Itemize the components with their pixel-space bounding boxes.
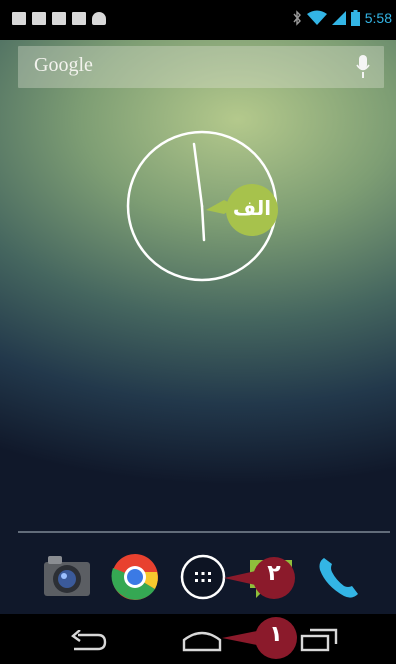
back-button[interactable] [70, 630, 108, 652]
dock-callout-label: ۲ [267, 561, 281, 586]
favorites-dock [0, 540, 396, 612]
navigation-bar [0, 614, 396, 664]
recent-apps-button[interactable] [300, 628, 338, 652]
home-button[interactable] [182, 628, 222, 652]
phone-app-icon[interactable] [314, 552, 364, 602]
chrome-app-icon[interactable] [110, 552, 160, 602]
home-screen: 5:58 Google الف ۲ ۱ [0, 0, 396, 664]
analog-clock-widget[interactable] [0, 0, 396, 300]
clock-hour-hand [200, 204, 206, 242]
camera-app-icon[interactable] [42, 552, 92, 602]
nav-callout-label: ۱ [269, 622, 283, 647]
dock-divider [18, 531, 390, 533]
clock-minute-hand [192, 142, 204, 208]
clock-callout-label: الف [232, 196, 272, 220]
